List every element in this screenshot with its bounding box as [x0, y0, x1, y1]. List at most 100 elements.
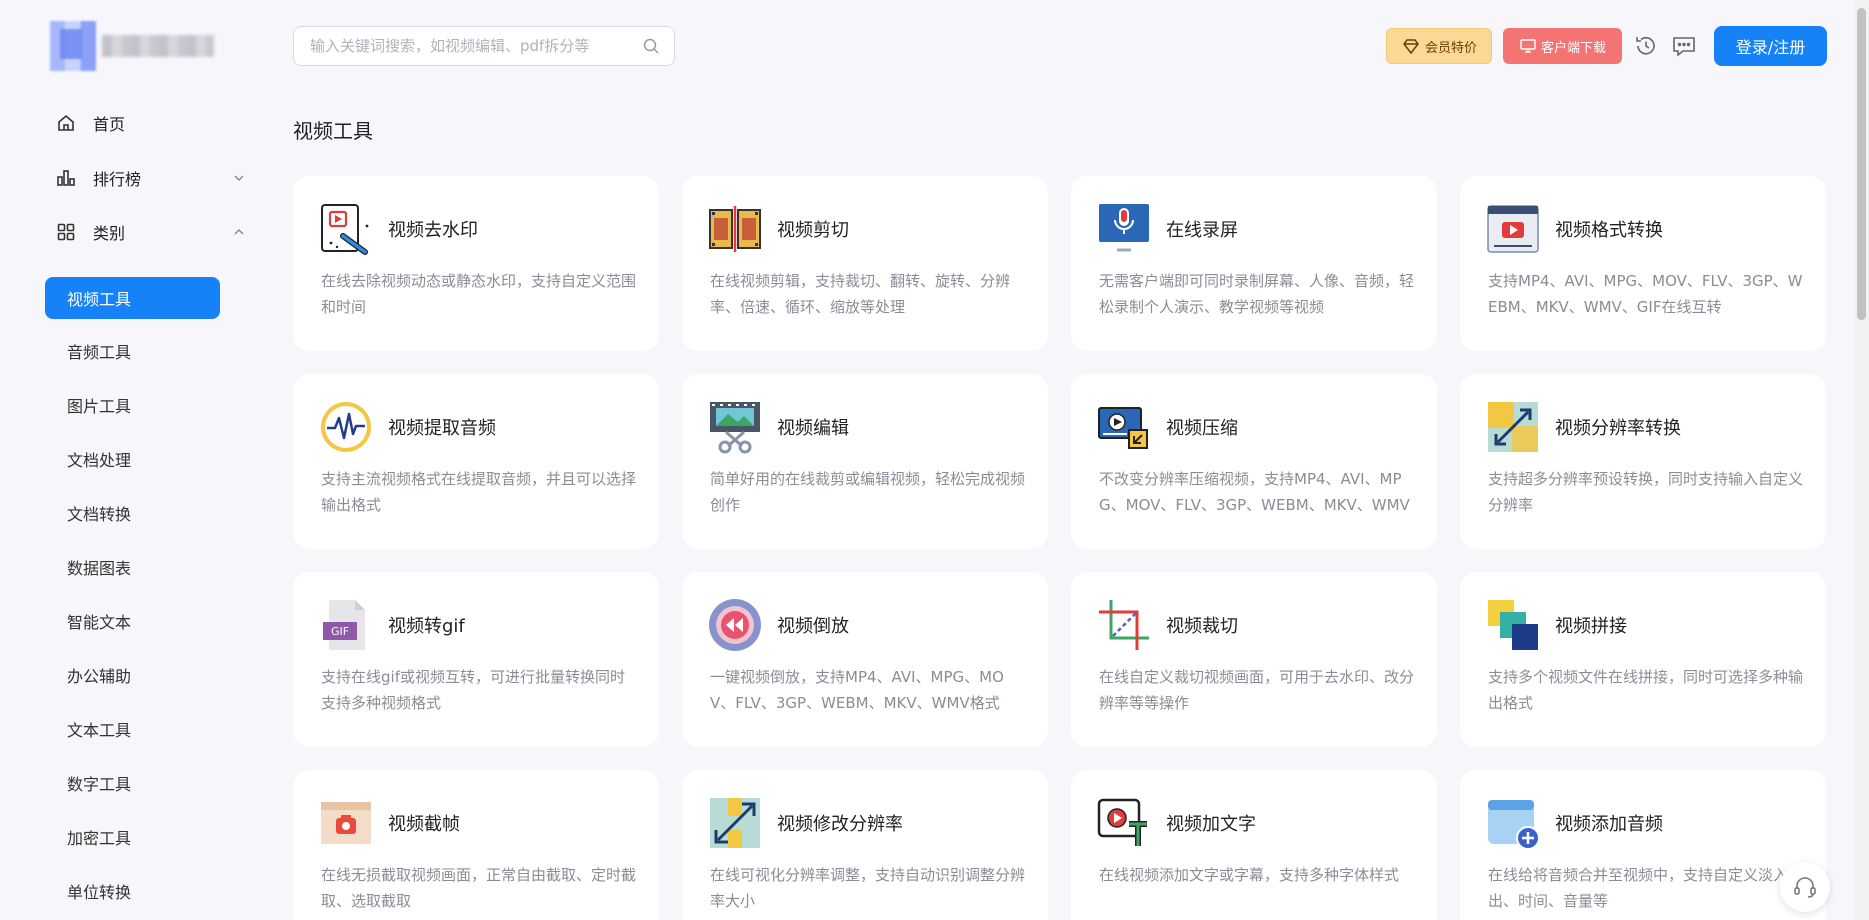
screen-record-icon: [1099, 204, 1149, 252]
tool-card-video-compress[interactable]: 视频压缩 不改变分辨率压缩视频，支持MP4、AVI、MPG、MOV、FLV、3G…: [1071, 374, 1437, 549]
client-download-label: 客户端下载: [1540, 40, 1606, 56]
bar-chart-icon: [57, 170, 75, 186]
tool-card-title: 视频添加音频: [1555, 814, 1663, 835]
tool-card-video-reverse[interactable]: 视频倒放 一键视频倒放，支持MP4、AVI、MPG、MOV、FLV、3GP、WE…: [682, 572, 1048, 747]
tool-card-desc: 支持多个视频文件在线拼接，同时可选择多种输出格式: [1488, 668, 1804, 712]
tool-card-title: 视频压缩: [1166, 418, 1238, 439]
category-data-charts[interactable]: 数据图表: [45, 546, 220, 588]
sidebar: 首页 排行榜 类别 视频工具 音频工具 图片工具 文档处理 文档转换 数据图表 …: [0, 0, 262, 920]
tool-card-modify-resolution[interactable]: 视频修改分辨率 在线可视化分辨率调整，支持自动识别调整分辨率大小: [682, 770, 1048, 920]
chevron-down-icon[interactable]: [232, 171, 246, 185]
tool-card-desc: 在线视频剪辑，支持裁切、翻转、旋转、分辨率、倍速、循环、缩放等处理: [710, 272, 1011, 316]
category-audio-tools[interactable]: 音频工具: [45, 330, 220, 372]
tool-card-desc: 在线给将音频合并至视频中，支持自定义淡入淡出、时间、音量等: [1488, 866, 1804, 910]
tool-card-video-crop[interactable]: 视频裁切 在线自定义裁切视频画面，可用于去水印、改分辨率等等操作: [1071, 572, 1437, 747]
tool-card-frame-capture[interactable]: 视频截帧 在线无损截取视频画面，正常自由截取、定时截取、选取截取: [293, 770, 659, 920]
tool-card-desc: 支持主流视频格式在线提取音频，并且可以选择输出格式: [321, 470, 637, 514]
category-number-tools[interactable]: 数字工具: [45, 762, 220, 804]
login-register-button[interactable]: 登录/注册: [1714, 26, 1827, 66]
tool-card-title: 视频裁切: [1166, 616, 1238, 637]
tool-card-desc: 在线去除视频动态或静态水印，支持自定义范围和时间: [321, 272, 637, 316]
tool-card-title: 视频截帧: [388, 814, 460, 835]
tool-card-desc: 在线自定义裁切视频画面，可用于去水印、改分辨率等等操作: [1099, 668, 1415, 712]
tool-card-desc: 支持超多分辨率预设转换，同时支持输入自定义分辨率: [1488, 470, 1804, 514]
category-unit-conversion[interactable]: 单位转换: [45, 870, 220, 912]
tool-card-title: 视频分辨率转换: [1555, 418, 1681, 439]
tool-card-video-watermark[interactable]: 视频去水印 在线去除视频动态或静态水印，支持自定义范围和时间: [293, 176, 659, 351]
nav-home-label: 首页: [93, 115, 126, 134]
chevron-up-icon[interactable]: [232, 225, 246, 239]
tool-card-resolution-convert[interactable]: 视频分辨率转换 支持超多分辨率预设转换，同时支持输入自定义分辨率: [1460, 374, 1826, 549]
tool-card-title: 视频转gif: [388, 616, 465, 637]
page-scrollbar[interactable]: [1854, 0, 1869, 920]
tool-card-desc: 在线可视化分辨率调整，支持自动识别调整分辨率大小: [710, 866, 1026, 910]
vip-offer-label: 会员特价: [1424, 40, 1477, 56]
diamond-icon: [1403, 39, 1419, 55]
merge-icon: [1488, 600, 1538, 650]
monitor-icon: [1520, 39, 1536, 53]
tool-card-title: 视频编辑: [777, 418, 849, 439]
resolution-icon: [1488, 402, 1538, 452]
tool-card-video-add-audio[interactable]: 视频添加音频 在线给将音频合并至视频中，支持自定义淡入淡出、时间、音量等: [1460, 770, 1826, 920]
nav-category-label: 类别: [93, 224, 126, 243]
tool-card-title: 视频修改分辨率: [777, 814, 903, 835]
tool-card-desc: 无需客户端即可同时录制屏幕、人像、音频，轻松录制个人演示、教学视频等视频: [1099, 272, 1415, 316]
tool-card-video-merge[interactable]: 视频拼接 支持多个视频文件在线拼接，同时可选择多种输出格式: [1460, 572, 1826, 747]
tool-card-extract-audio[interactable]: 视频提取音频 支持主流视频格式在线提取音频，并且可以选择输出格式: [293, 374, 659, 549]
svg-text:GIF: GIF: [331, 625, 349, 638]
video-edit-icon: [710, 402, 760, 454]
film-cut-icon: [709, 206, 761, 252]
tool-card-title: 视频倒放: [777, 616, 849, 637]
video-compress-icon: [1098, 407, 1148, 449]
search-icon[interactable]: [642, 37, 660, 55]
gif-file-icon: GIF: [323, 600, 365, 650]
message-button[interactable]: [1670, 32, 1698, 60]
category-text-tools[interactable]: 文本工具: [45, 708, 220, 750]
tool-card-video-edit[interactable]: 视频编辑 简单好用的在线裁剪或编辑视频，轻松完成视频创作: [682, 374, 1048, 549]
category-smart-text[interactable]: 智能文本: [45, 600, 220, 642]
nav-home[interactable]: 首页: [56, 108, 125, 138]
logo[interactable]: [50, 20, 220, 72]
tool-card-desc: 支持在线gif或视频互转，可进行批量转换同时支持多种视频格式: [321, 668, 625, 712]
scrollbar-thumb[interactable]: [1857, 8, 1866, 320]
home-icon: [58, 114, 74, 131]
nav-category[interactable]: 类别: [56, 217, 125, 247]
category-encrypt-tools[interactable]: 加密工具: [45, 816, 220, 858]
search-input[interactable]: [310, 37, 642, 55]
category-office-helper[interactable]: 办公辅助: [45, 654, 220, 696]
search-bar: [293, 26, 675, 66]
tool-card-video-add-text[interactable]: 视频加文字 在线视频添加文字或字幕，支持多种字体样式: [1071, 770, 1437, 920]
tool-card-desc: 一键视频倒放，支持MP4、AVI、MPG、MOV、FLV、3GP、WEBM、MK…: [710, 668, 1004, 712]
vip-offer-button[interactable]: 会员特价: [1386, 28, 1492, 64]
tool-card-title: 视频剪切: [777, 220, 849, 241]
tool-card-video-gif[interactable]: GIF 视频转gif 支持在线gif或视频互转，可进行批量转换同时支持多种视频格…: [293, 572, 659, 747]
audio-wave-icon: [321, 402, 371, 452]
customer-service-button[interactable]: [1780, 862, 1830, 912]
watermark-remove-icon: [321, 204, 369, 255]
client-download-button[interactable]: 客户端下载: [1503, 28, 1622, 64]
video-format-icon: [1487, 205, 1539, 253]
history-icon: [1636, 36, 1655, 55]
tool-card-video-format[interactable]: 视频格式转换 支持MP4、AVI、MPG、MOV、FLV、3GP、WEBM、MK…: [1460, 176, 1826, 351]
logo-text-blurred: [102, 35, 214, 57]
tool-card-title: 视频去水印: [388, 220, 478, 241]
history-button[interactable]: [1632, 32, 1660, 60]
tool-card-desc: 支持MP4、AVI、MPG、MOV、FLV、3GP、WEBM、MKV、WMV、G…: [1488, 272, 1803, 316]
logo-mark: [50, 21, 96, 71]
tool-card-title: 视频提取音频: [388, 418, 496, 439]
section-title: 视频工具: [293, 119, 373, 143]
nav-ranking[interactable]: 排行榜: [56, 163, 141, 193]
category-video-tools[interactable]: 视频工具: [45, 277, 220, 319]
video-text-icon: [1097, 798, 1147, 846]
category-image-tools[interactable]: 图片工具: [45, 384, 220, 426]
category-doc-processing[interactable]: 文档处理: [45, 438, 220, 480]
headset-icon: [1794, 877, 1816, 898]
category-doc-conversion[interactable]: 文档转换: [45, 492, 220, 534]
nav-ranking-label: 排行榜: [93, 170, 142, 189]
tool-card-title: 视频加文字: [1166, 814, 1256, 835]
tool-card-desc: 在线视频添加文字或字幕，支持多种字体样式: [1099, 866, 1400, 884]
tool-card-screen-record[interactable]: 在线录屏 无需客户端即可同时录制屏幕、人像、音频，轻松录制个人演示、教学视频等视…: [1071, 176, 1437, 351]
tool-card-video-cut[interactable]: 视频剪切 在线视频剪辑，支持裁切、翻转、旋转、分辨率、倍速、循环、缩放等处理: [682, 176, 1048, 351]
tool-card-desc: 不改变分辨率压缩视频，支持MP4、AVI、MPG、MOV、FLV、3GP、WEB…: [1099, 470, 1410, 514]
tool-card-title: 在线录屏: [1166, 220, 1238, 241]
